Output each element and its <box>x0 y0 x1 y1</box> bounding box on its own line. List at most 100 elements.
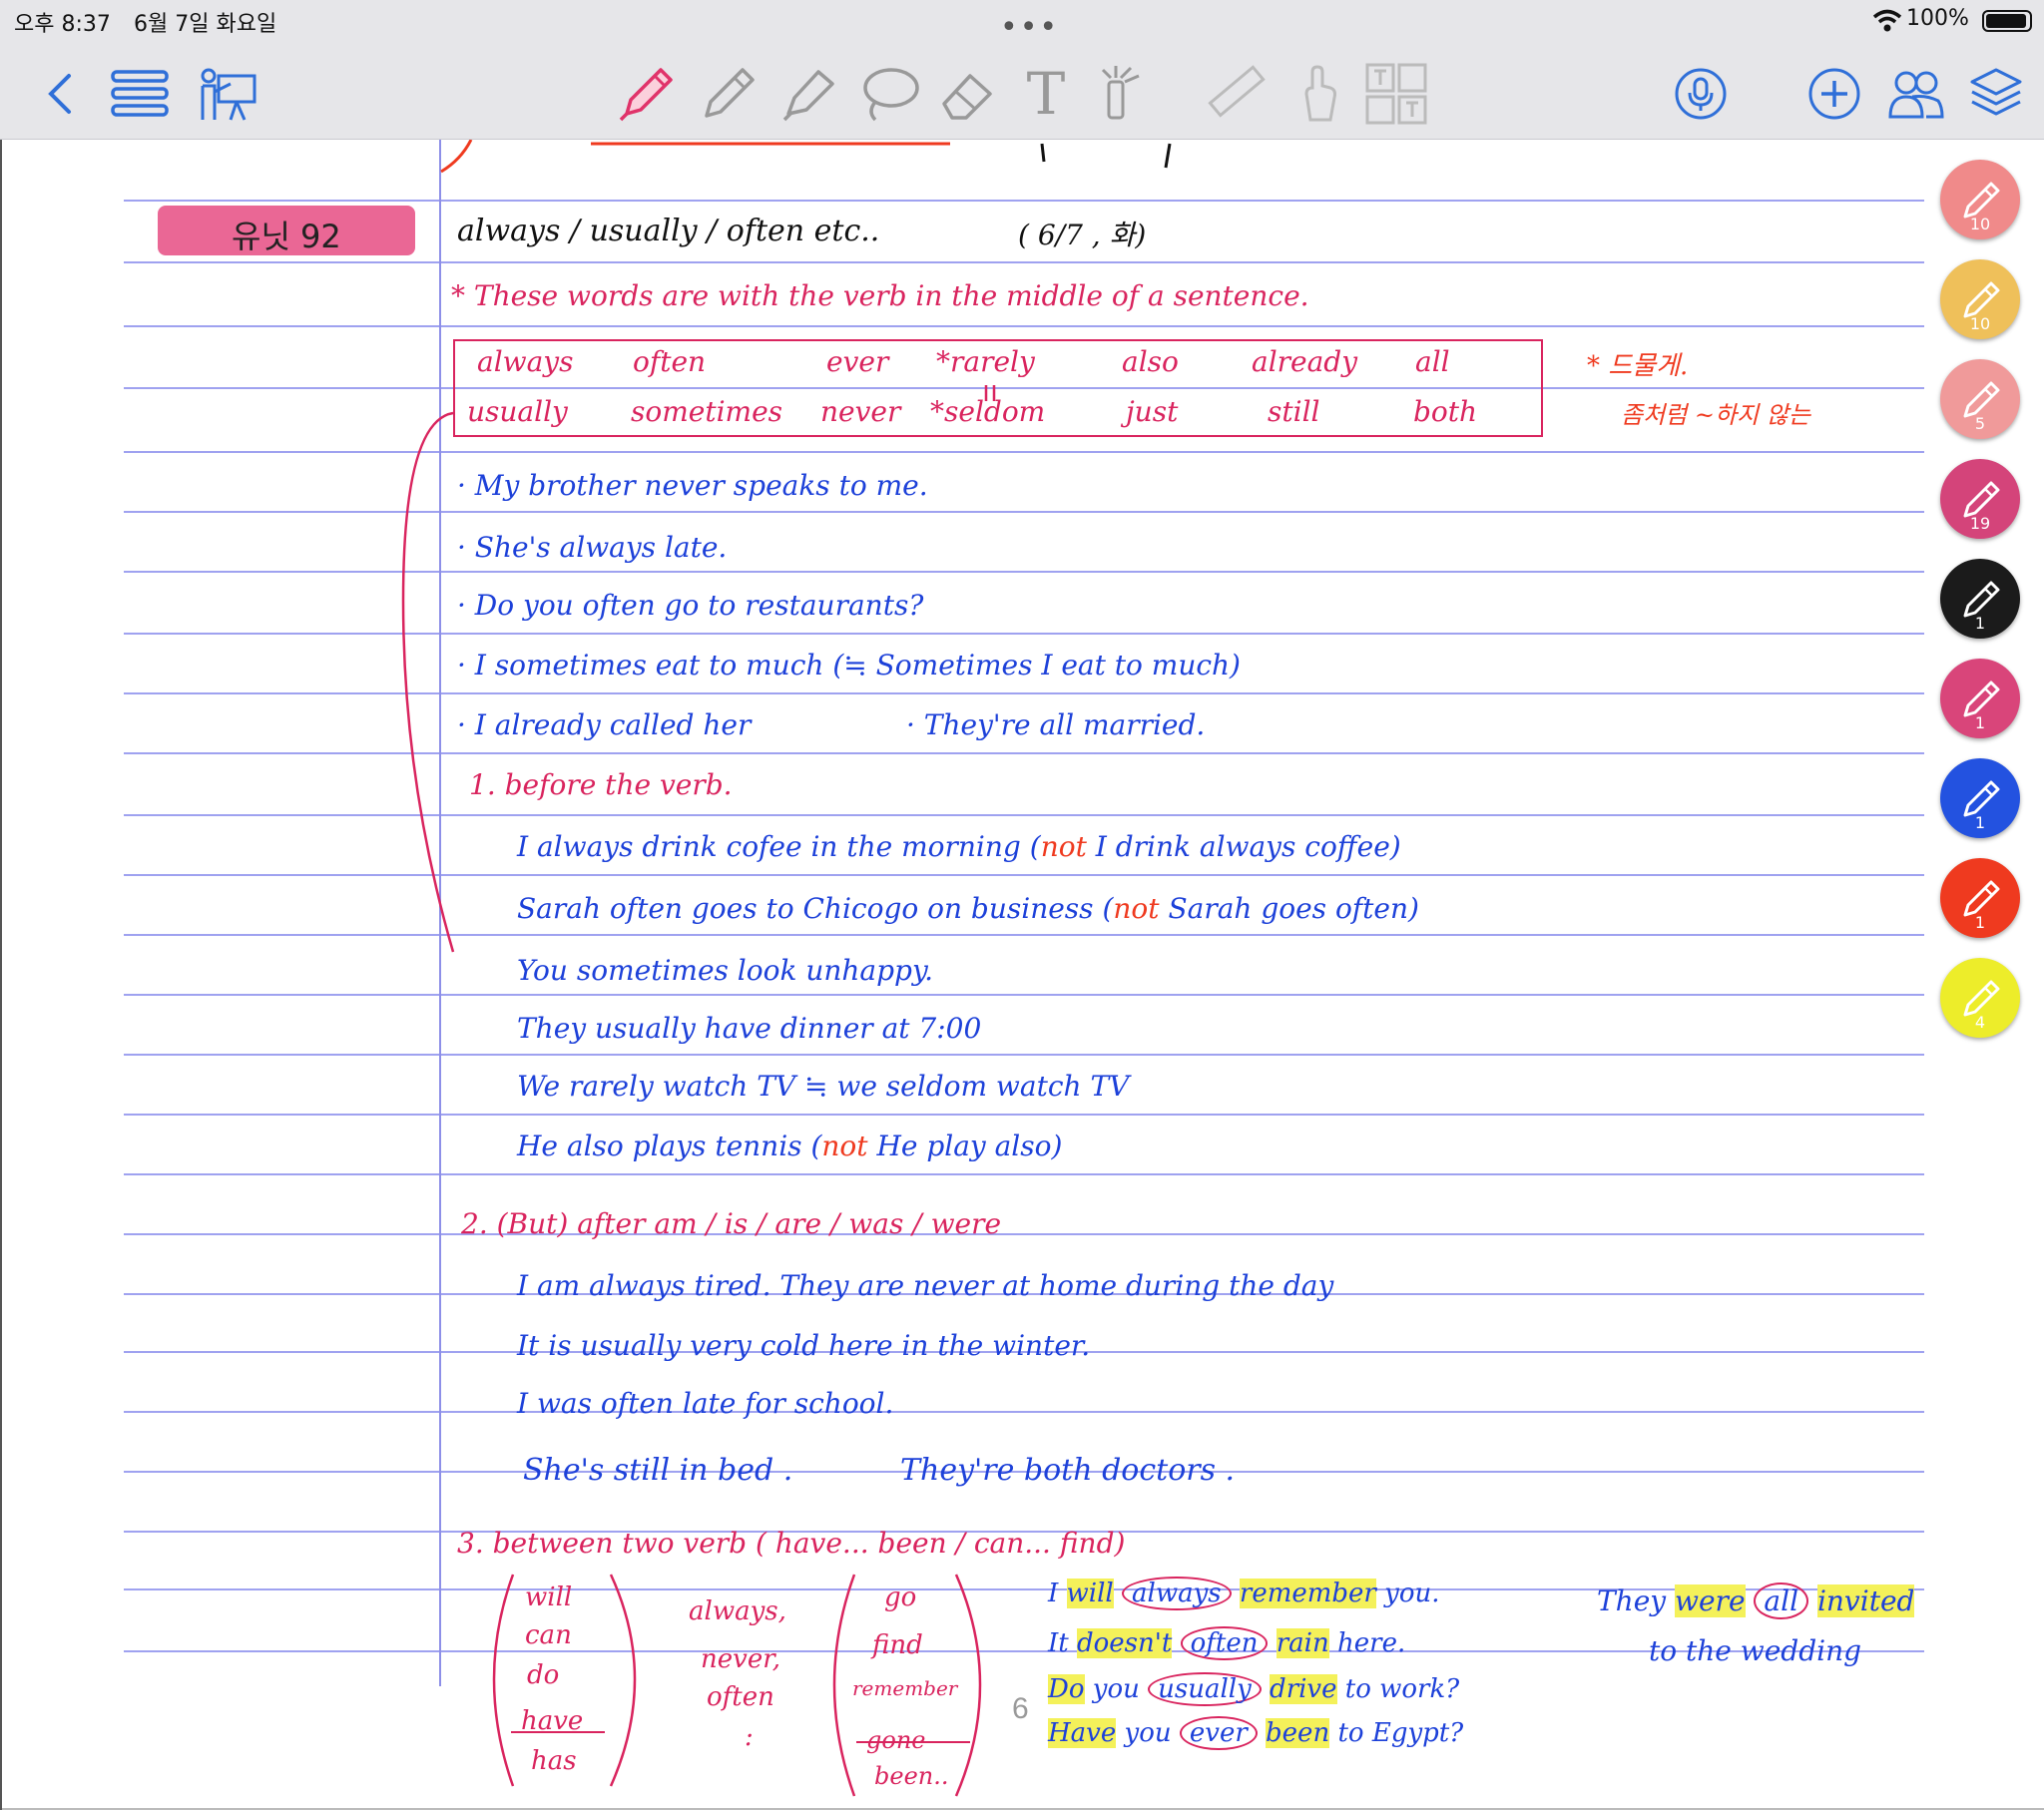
example-6: · They're all married. <box>906 708 1206 741</box>
verb-item: remember <box>852 1676 958 1700</box>
pen-size-label: 19 <box>1969 514 1991 533</box>
section3-line: Have you ever been to Egypt? <box>1048 1716 1464 1750</box>
ruled-line <box>124 994 1924 996</box>
status-date: 6월 7일 화요일 <box>134 12 277 37</box>
circled-adverb: always <box>1122 1577 1232 1610</box>
pen-size-label: 1 <box>1974 813 1986 832</box>
more-dots-icon[interactable]: ••• <box>1000 10 1059 45</box>
section2-line-4: She's still in bed . <box>523 1453 793 1488</box>
adverb-word: also <box>1122 345 1179 378</box>
text-icon[interactable]: T <box>1018 60 1074 128</box>
circled-adverb: usually <box>1148 1672 1262 1706</box>
section3-heading: 3. between two verb ( have... been / can… <box>457 1527 1126 1560</box>
adverb-word: always <box>477 345 574 378</box>
pen-preset-button[interactable]: 10 <box>1940 160 2020 239</box>
section1-heading: 1. before the verb. <box>469 768 733 801</box>
pen-preset-button[interactable]: 1 <box>1940 559 2020 639</box>
aux-verb: has <box>531 1746 577 1776</box>
equal-mark <box>984 385 996 401</box>
pen-icon[interactable] <box>615 62 679 126</box>
battery-icon <box>1982 10 2032 32</box>
example-2: · She's always late. <box>457 531 728 564</box>
example-word: you <box>1092 1674 1140 1704</box>
example-word: you. <box>1384 1579 1440 1608</box>
section1-sentence: Sarah often goes to Chicogo on business <box>517 892 1094 925</box>
notebook-page[interactable]: 유닛 92 always / usually / often etc.. ( 6… <box>0 140 2044 1810</box>
page-number: 6 <box>1012 1692 1029 1725</box>
pencil-icon[interactable] <box>697 62 761 126</box>
bracket-arrow <box>401 411 455 953</box>
adverb-item: never, <box>701 1644 781 1674</box>
pen-preset-button[interactable]: 1 <box>1940 659 2020 738</box>
laser-pointer-icon[interactable] <box>1092 62 1148 126</box>
highlighted-verb: remember <box>1239 1579 1376 1608</box>
example-word: you <box>1124 1718 1172 1748</box>
example-5: · I already called her <box>457 708 752 741</box>
pen-preset-button[interactable]: 1 <box>1940 758 2020 838</box>
pen-preset-button[interactable]: 5 <box>1940 359 2020 439</box>
pen-size-label: 1 <box>1974 913 1986 932</box>
example-word: to Egypt? <box>1337 1718 1464 1748</box>
highlighter-icon[interactable] <box>776 62 840 126</box>
side-example-invited: invited <box>1816 1584 1915 1617</box>
pen-preset-button[interactable]: 1 <box>1940 858 2020 938</box>
microphone-icon[interactable] <box>1673 62 1729 126</box>
ruler-icon[interactable] <box>1204 62 1266 126</box>
pen-size-label: 4 <box>1974 1013 1986 1032</box>
pen-size-label: 5 <box>1974 414 1986 433</box>
adverb-item: : <box>745 1722 754 1752</box>
text-tool-glyph: T <box>1026 60 1066 128</box>
section2-line-2: It is usually very cold here in the wint… <box>517 1329 1091 1362</box>
pen-preset-button[interactable]: 4 <box>1940 958 2020 1038</box>
collaborate-icon[interactable] <box>1886 62 1946 126</box>
adverb-word: all <box>1415 345 1450 378</box>
section1-line: He also plays tennis (not He play also) <box>517 1130 1063 1162</box>
layers-icon[interactable] <box>1968 62 2024 126</box>
adverb-word: already <box>1252 345 1358 378</box>
highlighted-verb: been <box>1266 1718 1330 1748</box>
section3-line: Do you usually drive to work? <box>1048 1672 1459 1706</box>
verb-item: go <box>884 1583 917 1612</box>
verb-item: been.. <box>874 1762 949 1790</box>
wrong-example: He play also) <box>876 1130 1063 1162</box>
side-example-line-2: to the wedding <box>1649 1634 1862 1667</box>
page-title: always / usually / often etc.. <box>457 214 880 248</box>
section3-line: It doesn't often rain here. <box>1048 1626 1405 1660</box>
aux-verb: will <box>525 1583 573 1612</box>
status-time: 오후 8:37 <box>14 12 111 37</box>
hand-icon[interactable] <box>1293 62 1343 126</box>
side-note-meaning: 좀처럼 ~하지 않는 <box>1621 401 1810 429</box>
adverb-word: often <box>633 345 707 378</box>
adverb-word: sometimes <box>631 395 783 428</box>
highlighted-verb: doesn't <box>1076 1628 1173 1658</box>
section2-line-3: I was often late for school. <box>517 1387 894 1420</box>
section1-line: We rarely watch TV ≒ we seldom watch TV <box>517 1070 1129 1103</box>
adverb-word: just <box>1126 395 1179 428</box>
aux-verb: can <box>525 1620 572 1650</box>
menu-icon[interactable] <box>108 62 172 126</box>
section1-line: You sometimes look unhappy. <box>517 954 933 987</box>
add-icon[interactable] <box>1806 62 1862 126</box>
side-example-were: were <box>1675 1584 1746 1617</box>
eraser-icon[interactable] <box>936 62 1000 126</box>
side-example-all: all <box>1754 1583 1809 1619</box>
example-word: It <box>1048 1628 1069 1658</box>
lasso-icon[interactable] <box>854 62 924 126</box>
adverb-item: often <box>707 1682 774 1712</box>
section1-sentence: You sometimes look unhappy. <box>517 954 933 987</box>
presentation-icon[interactable] <box>196 62 259 126</box>
pen-preset-button[interactable]: 10 <box>1940 259 2020 339</box>
adverb-word: usually <box>467 395 568 428</box>
highlighted-verb: rain <box>1276 1628 1329 1658</box>
section1-sentence: He also plays tennis <box>517 1130 802 1162</box>
ruled-line <box>124 261 1924 263</box>
not-marker: not <box>821 1130 868 1162</box>
back-icon[interactable] <box>40 62 80 126</box>
circled-adverb: often <box>1180 1626 1269 1660</box>
section1-sentence: We rarely watch TV ≒ we seldom watch TV <box>517 1070 1130 1103</box>
pen-preset-button[interactable]: 19 <box>1940 459 2020 539</box>
adverb-word: still <box>1268 395 1320 428</box>
image-text-icon[interactable] <box>1363 62 1429 126</box>
side-example-line-1: They were all invited <box>1597 1583 1915 1619</box>
title-date: ( 6/7 , 화) <box>1018 219 1147 251</box>
